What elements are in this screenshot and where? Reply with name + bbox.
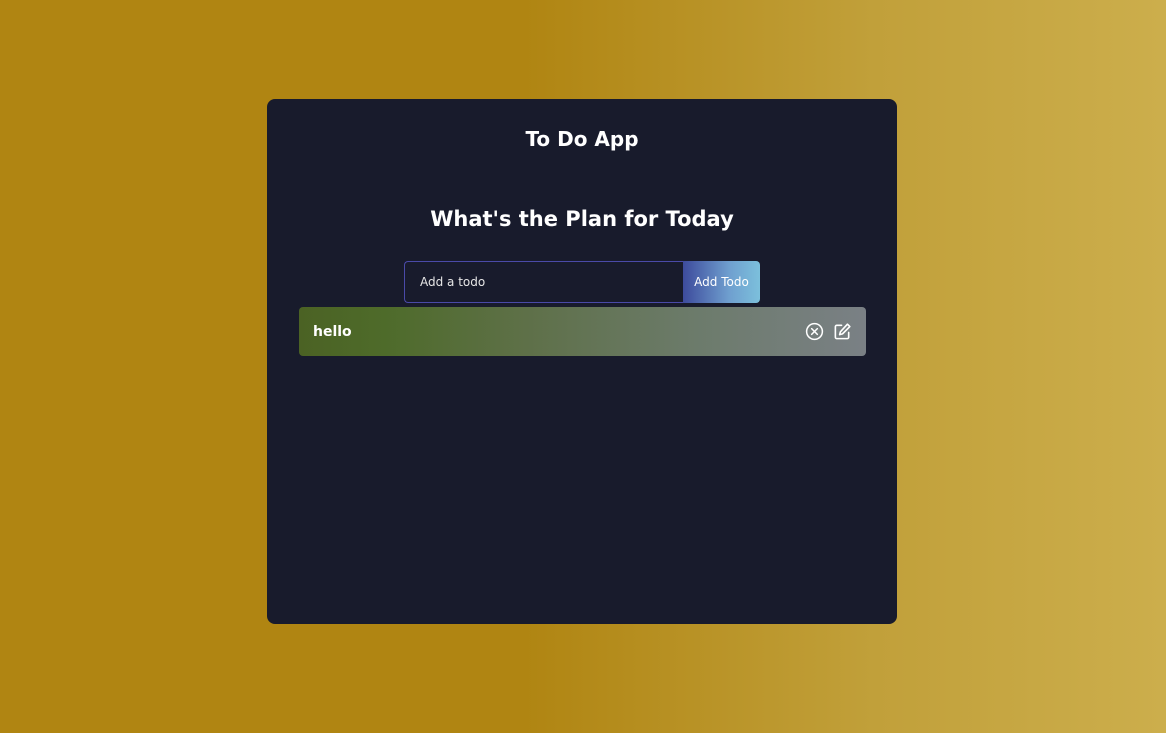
plan-heading: What's the Plan for Today [430,207,734,231]
edit-icon[interactable] [832,322,852,342]
todo-item-actions [804,322,852,342]
todo-item: hello [299,307,866,356]
todo-item-text: hello [313,323,352,340]
app-title: To Do App [525,127,639,151]
close-circle-icon[interactable] [804,322,824,342]
todo-form: Add Todo [404,261,760,303]
todo-input[interactable] [404,261,683,303]
todo-list: hello [299,307,866,362]
todo-app-card: To Do App What's the Plan for Today Add … [267,99,897,624]
add-todo-button[interactable]: Add Todo [683,261,760,303]
